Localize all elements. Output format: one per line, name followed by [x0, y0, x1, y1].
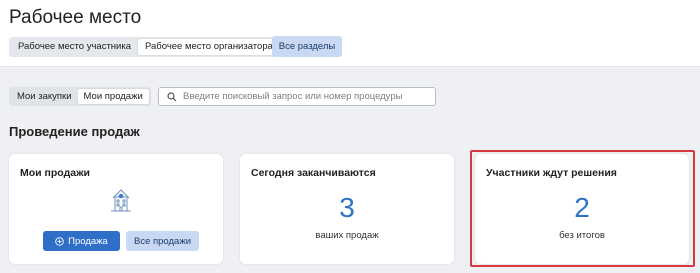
tab-organizer-workspace[interactable]: Рабочее место организатора	[138, 39, 280, 55]
page-title: Рабочее место	[9, 7, 142, 28]
ending-today-subtitle: ваших продаж	[315, 230, 379, 241]
tab-my-purchases[interactable]: Мои закупки	[11, 89, 78, 104]
new-sale-label: Продажа	[68, 235, 108, 247]
all-sales-button[interactable]: Все продажи	[126, 231, 199, 251]
search-box	[158, 87, 436, 106]
card-title: Мои продажи	[20, 167, 90, 179]
card-title: Сегодня заканчиваются	[251, 167, 376, 179]
building-icon	[111, 189, 131, 212]
tab-participant-workspace[interactable]: Рабочее место участника	[11, 39, 138, 55]
workspace-switch: Рабочее место участника Рабочее место ор…	[9, 37, 282, 57]
ending-today-count[interactable]: 3	[240, 192, 454, 224]
section-title: Проведение продаж	[9, 124, 140, 139]
card-awaiting-decision[interactable]: Участники ждут решения 2 без итогов	[475, 154, 689, 264]
plus-circle-icon	[55, 236, 64, 246]
awaiting-decision-count[interactable]: 2	[475, 192, 689, 224]
awaiting-decision-subtitle: без итогов	[559, 230, 605, 241]
card-my-sales: Мои продажи Продажа Все продажи	[9, 154, 223, 264]
search-icon	[167, 91, 177, 101]
new-sale-button[interactable]: Продажа	[43, 231, 120, 251]
card-ending-today[interactable]: Сегодня заканчиваются 3 ваших продаж	[240, 154, 454, 264]
search-input[interactable]	[183, 91, 428, 102]
header-area: Рабочее место Рабочее место участника Ра…	[0, 0, 700, 67]
purchases-sales-switch: Мои закупки Мои продажи	[9, 87, 151, 106]
card-title: Участники ждут решения	[486, 167, 617, 179]
all-sections-button[interactable]: Все разделы	[272, 36, 342, 57]
tab-my-sales[interactable]: Мои продажи	[77, 89, 149, 104]
